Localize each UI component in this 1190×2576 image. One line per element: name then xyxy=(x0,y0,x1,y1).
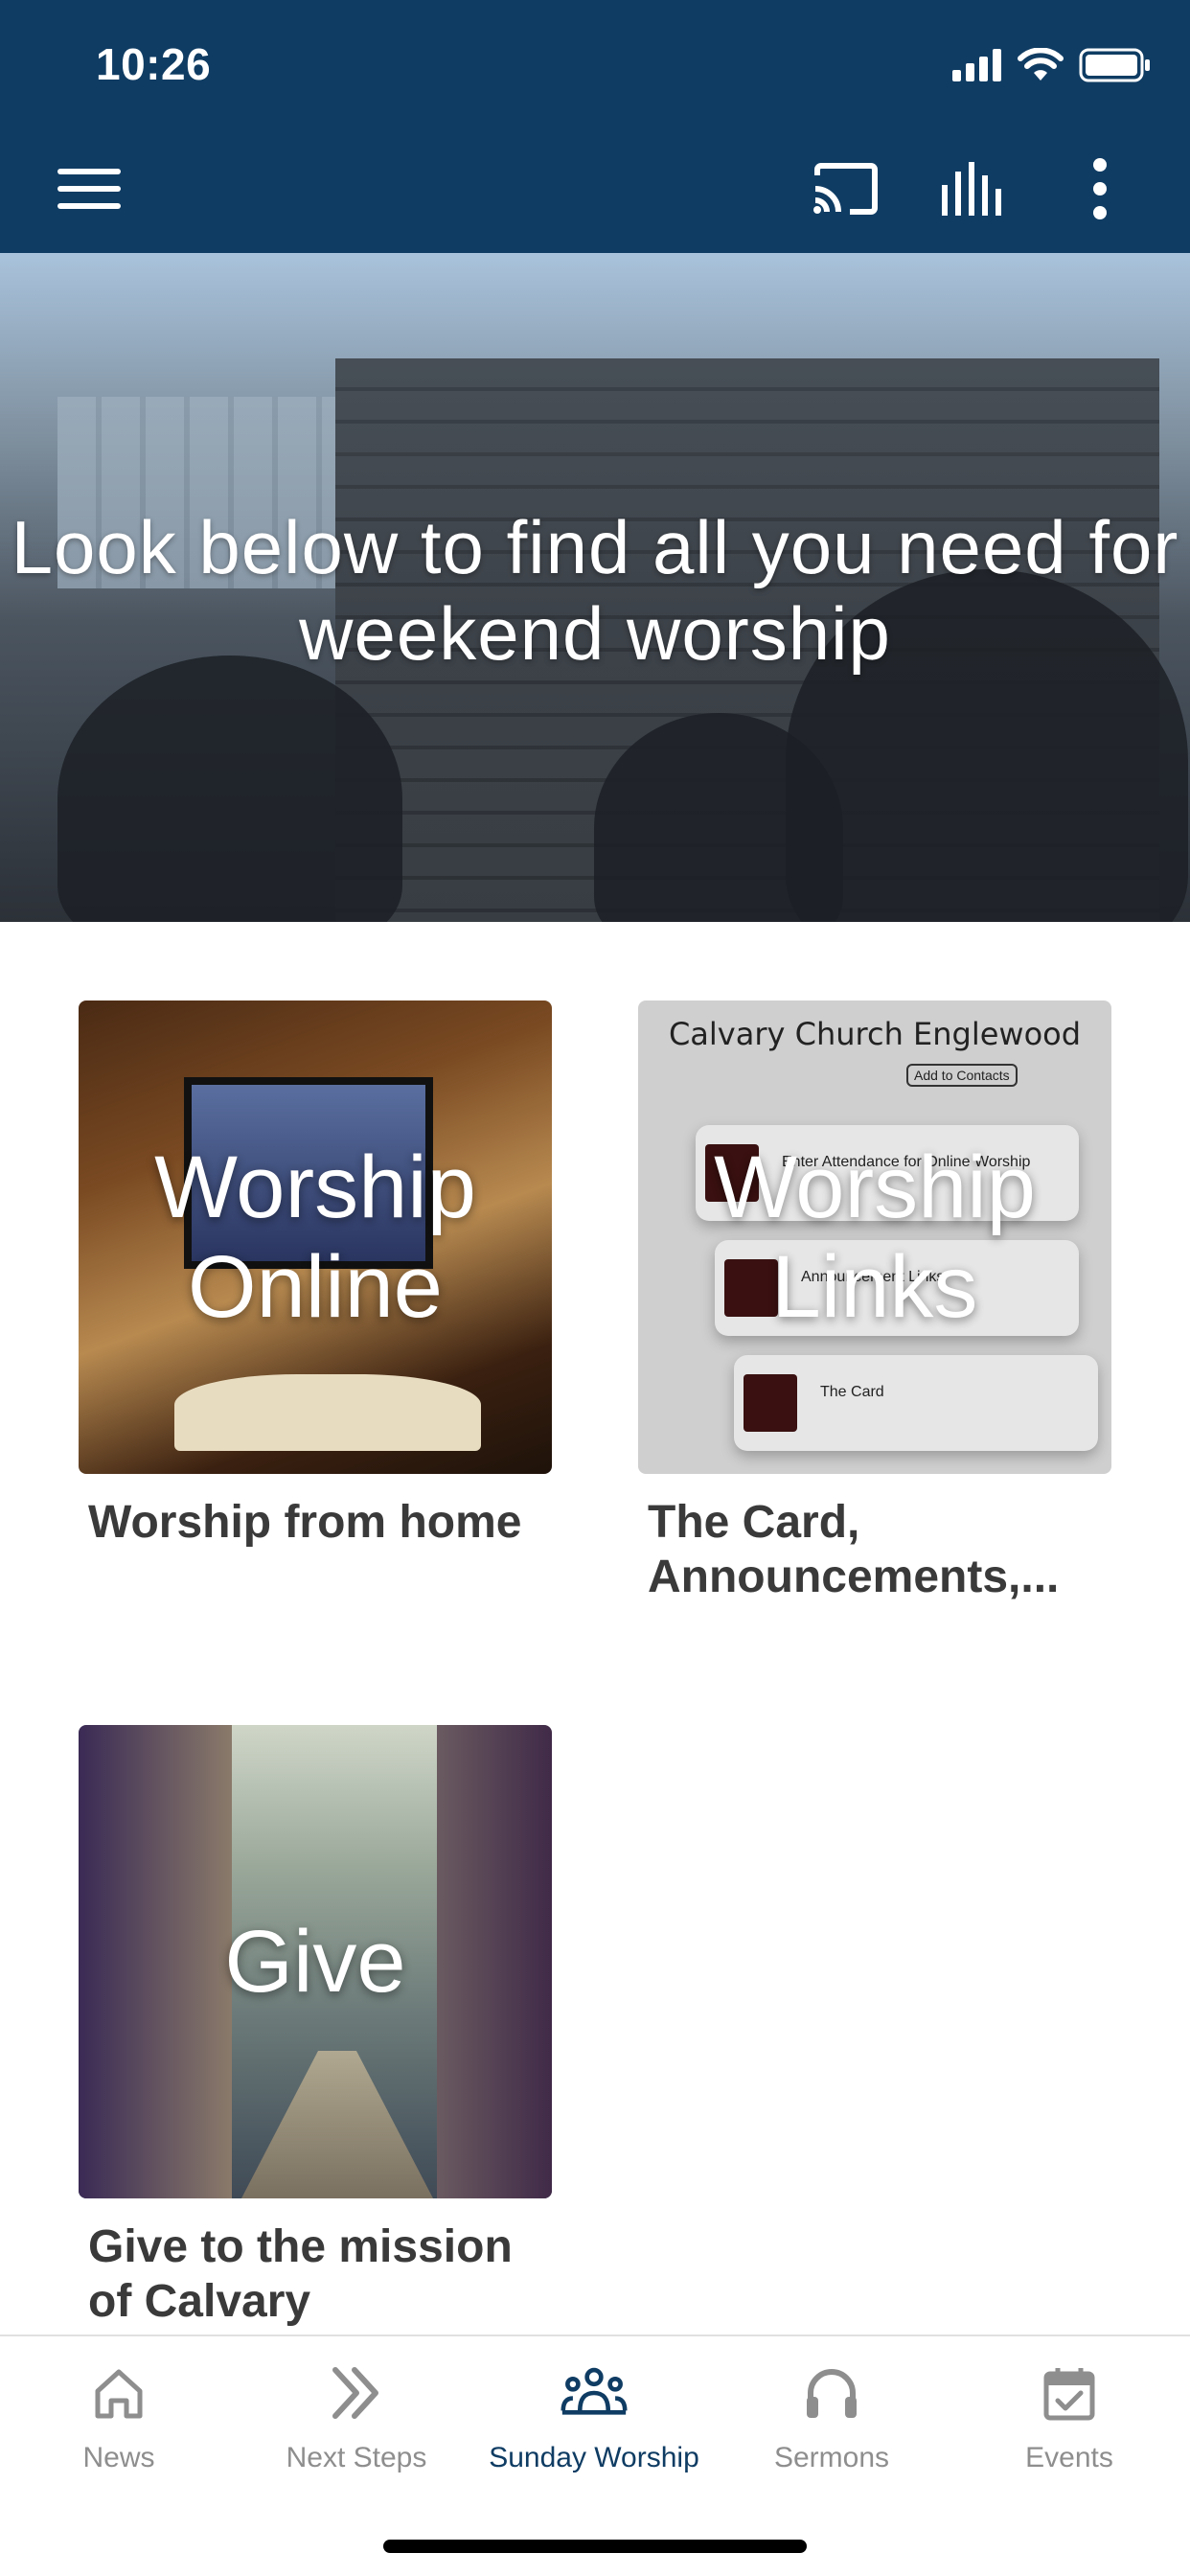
cast-button[interactable] xyxy=(807,155,883,222)
tab-label: Next Steps xyxy=(286,2442,427,2473)
people-group-icon xyxy=(561,2359,628,2426)
tab-label: Sunday Worship xyxy=(489,2442,699,2473)
card-caption: The Card, Announcements,... xyxy=(648,1497,1060,1602)
cast-icon xyxy=(813,163,878,215)
double-chevron-right-icon xyxy=(323,2359,390,2426)
more-vert-icon xyxy=(1093,158,1107,219)
battery-icon xyxy=(1079,48,1150,82)
hero-banner: Look below to find all you need for week… xyxy=(0,253,1190,922)
tab-label: Sermons xyxy=(773,2442,890,2473)
calendar-check-icon xyxy=(1036,2359,1103,2426)
app-header: 10:26 xyxy=(0,0,1190,253)
card-image-label: Give xyxy=(224,1913,406,2011)
cellular-signal-icon xyxy=(952,49,1001,81)
tab-news[interactable]: News xyxy=(0,2359,238,2503)
more-options-button[interactable] xyxy=(1062,155,1138,222)
tab-events[interactable]: Events xyxy=(950,2359,1188,2503)
status-icons xyxy=(952,46,1152,84)
card-worship-links[interactable]: Calvary Church Englewood Add to Contacts… xyxy=(638,1000,1111,1604)
card-caption: Worship from home xyxy=(88,1497,522,1548)
wifi-icon xyxy=(1018,48,1064,80)
card-caption: Give to the mission of Calvary xyxy=(88,2221,513,2327)
tab-sermons[interactable]: Sermons xyxy=(713,2359,950,2503)
card-image-label: Worship Online xyxy=(154,1138,476,1336)
card-image-label: Worship Links xyxy=(714,1138,1036,1336)
menu-icon xyxy=(57,169,121,209)
tab-label: News xyxy=(82,2442,155,2473)
card-worship-online[interactable]: Worship Online Worship from home xyxy=(79,1000,552,1550)
card-image-worship-links[interactable]: Calvary Church Englewood Add to Contacts… xyxy=(638,1000,1111,1474)
tab-sunday-worship[interactable]: Sunday Worship xyxy=(475,2359,713,2503)
audio-bars-icon xyxy=(942,162,1001,216)
hero-text: Look below to find all you need for week… xyxy=(11,505,1179,676)
home-icon xyxy=(85,2359,152,2426)
home-indicator[interactable] xyxy=(383,2540,807,2553)
card-give[interactable]: Give Give to the mission of Calvary xyxy=(79,1725,552,2329)
tab-next-steps[interactable]: Next Steps xyxy=(238,2359,475,2503)
status-time: 10:26 xyxy=(96,39,212,89)
audio-button[interactable] xyxy=(935,155,1012,222)
card-image-worship-online[interactable]: Worship Online xyxy=(79,1000,552,1474)
headphones-icon xyxy=(798,2359,865,2426)
card-image-give[interactable]: Give xyxy=(79,1725,552,2198)
menu-button[interactable] xyxy=(52,155,128,222)
tab-label: Events xyxy=(1025,2442,1113,2473)
